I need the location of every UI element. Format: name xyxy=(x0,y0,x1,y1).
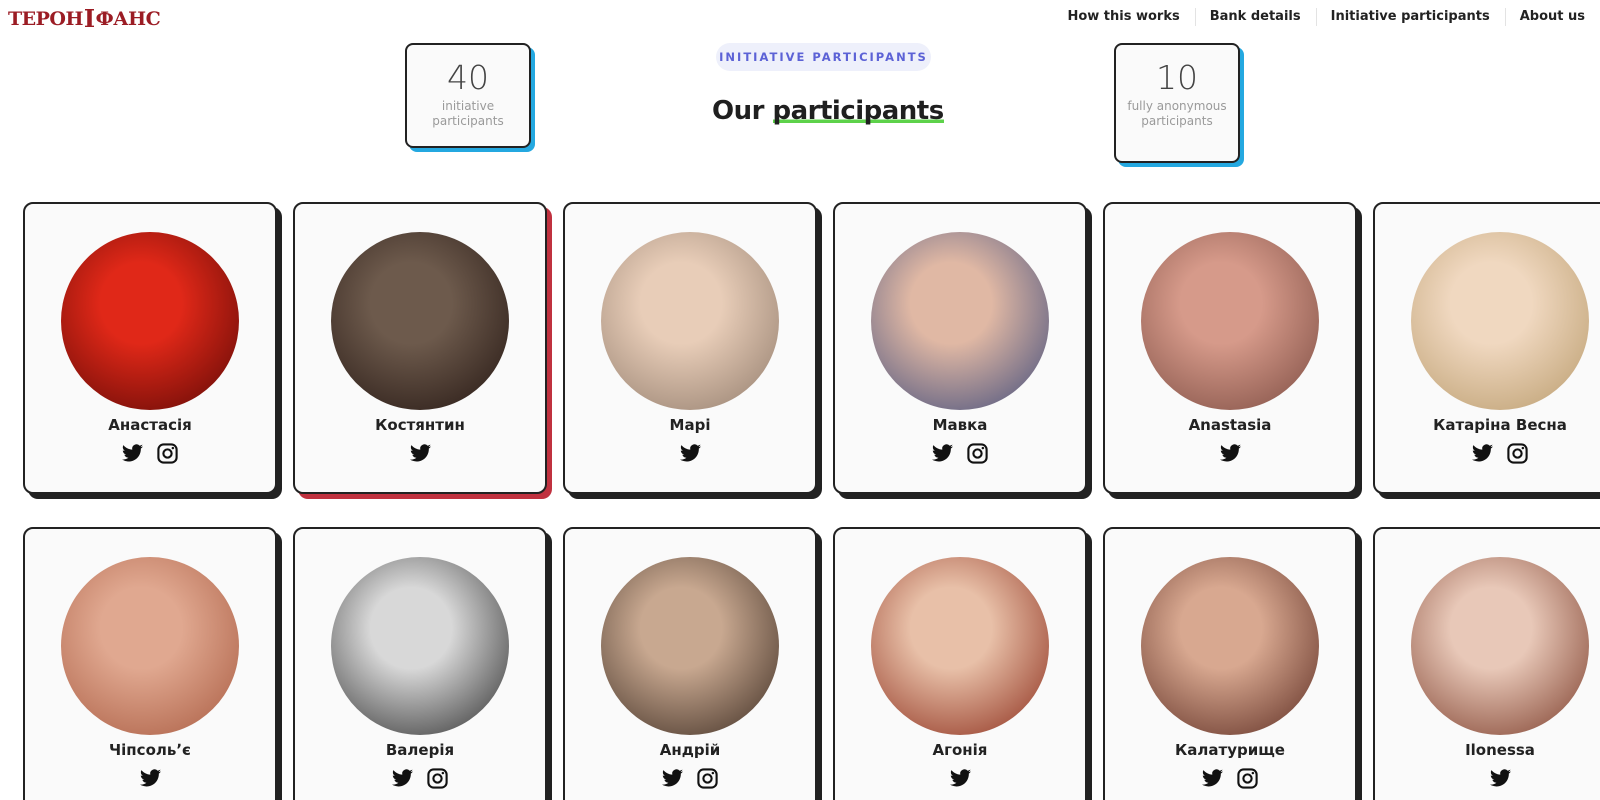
stat-participants-label: initiative participants xyxy=(432,99,504,128)
social-links xyxy=(25,442,275,465)
twitter-icon[interactable] xyxy=(661,767,684,790)
stat-anonymous-label: fully anonymous participants xyxy=(1127,99,1227,128)
title-highlight: participants xyxy=(772,96,944,126)
stat-participants-value: 40 xyxy=(447,58,489,97)
instagram-icon[interactable] xyxy=(1236,767,1259,790)
twitter-icon[interactable] xyxy=(1489,767,1512,790)
participant-name: Валерія xyxy=(385,741,455,759)
participant-card[interactable]: Anastasia xyxy=(1103,202,1357,494)
participant-card[interactable]: Андрій xyxy=(563,527,817,800)
twitter-icon[interactable] xyxy=(121,442,144,465)
social-links xyxy=(835,767,1085,790)
social-links xyxy=(835,442,1085,465)
instagram-icon[interactable] xyxy=(966,442,989,465)
participant-name: Anastasia xyxy=(1188,416,1272,434)
logo-mark: Ⅰ xyxy=(83,4,95,33)
social-links xyxy=(1375,767,1600,790)
site-logo[interactable]: ТЕРОН Ⅰ ФАНС xyxy=(8,4,161,33)
social-links xyxy=(25,767,275,790)
participant-name: Анастасія xyxy=(108,416,192,434)
social-links xyxy=(1375,442,1600,465)
stat-anonymous-box: 10 fully anonymous participants xyxy=(1114,43,1240,163)
logo-text-left: ТЕРОН xyxy=(8,7,83,30)
participant-card[interactable]: Анастасія xyxy=(23,202,277,494)
page-title: Our participants xyxy=(712,96,944,126)
social-links xyxy=(565,442,815,465)
twitter-icon[interactable] xyxy=(679,442,702,465)
participant-name: Калатурище xyxy=(1175,741,1285,759)
avatar xyxy=(61,557,239,735)
participant-card[interactable]: Катаріна Весна xyxy=(1373,202,1600,494)
logo-text-right: ФАНС xyxy=(95,7,161,30)
twitter-icon[interactable] xyxy=(1201,767,1224,790)
section-eyebrow: INITIATIVE PARTICIPANTS xyxy=(716,43,931,71)
stat-anonymous-value: 10 xyxy=(1156,58,1198,97)
participant-card[interactable]: Калатурище xyxy=(1103,527,1357,800)
social-links xyxy=(1105,442,1355,465)
instagram-icon[interactable] xyxy=(1506,442,1529,465)
nav-about-us[interactable]: About us xyxy=(1504,0,1600,32)
twitter-icon[interactable] xyxy=(391,767,414,790)
avatar xyxy=(1411,232,1589,410)
nav-how-this-works[interactable]: How this works xyxy=(1052,0,1194,32)
main-nav: How this works Bank details Initiative p… xyxy=(1052,0,1600,32)
participant-name: Катаріна Весна xyxy=(1433,416,1567,434)
avatar xyxy=(871,232,1049,410)
avatar xyxy=(61,232,239,410)
social-links xyxy=(565,767,815,790)
social-links xyxy=(295,767,545,790)
participant-card[interactable]: Агонія xyxy=(833,527,1087,800)
nav-bank-details[interactable]: Bank details xyxy=(1194,0,1316,32)
instagram-icon[interactable] xyxy=(696,767,719,790)
stat-participants-box: 40 initiative participants xyxy=(405,43,531,148)
twitter-icon[interactable] xyxy=(139,767,162,790)
avatar xyxy=(601,232,779,410)
avatar xyxy=(331,557,509,735)
participant-name: Марі xyxy=(669,416,711,434)
participant-name: Костянтин xyxy=(375,416,465,434)
twitter-icon[interactable] xyxy=(409,442,432,465)
participant-card[interactable]: Костянтин xyxy=(293,202,547,494)
twitter-icon[interactable] xyxy=(1471,442,1494,465)
participant-name: Чіпсольʼє xyxy=(109,741,191,759)
avatar xyxy=(1141,557,1319,735)
twitter-icon[interactable] xyxy=(1219,442,1242,465)
participant-name: Андрій xyxy=(659,741,721,759)
avatar xyxy=(601,557,779,735)
social-links xyxy=(295,442,545,465)
participant-card[interactable]: Валерія xyxy=(293,527,547,800)
participant-name: Агонія xyxy=(932,741,988,759)
avatar xyxy=(331,232,509,410)
instagram-icon[interactable] xyxy=(156,442,179,465)
participant-card[interactable]: Чіпсольʼє xyxy=(23,527,277,800)
avatar xyxy=(871,557,1049,735)
avatar xyxy=(1411,557,1589,735)
nav-initiative-participants[interactable]: Initiative participants xyxy=(1315,0,1505,32)
instagram-icon[interactable] xyxy=(426,767,449,790)
title-prefix: Our xyxy=(712,96,764,126)
twitter-icon[interactable] xyxy=(949,767,972,790)
twitter-icon[interactable] xyxy=(931,442,954,465)
avatar xyxy=(1141,232,1319,410)
participant-name: Мавка xyxy=(932,416,988,434)
participant-card[interactable]: Ilonessa xyxy=(1373,527,1600,800)
participant-card[interactable]: Мавка xyxy=(833,202,1087,494)
participant-name: Ilonessa xyxy=(1465,741,1535,759)
participant-card[interactable]: Марі xyxy=(563,202,817,494)
social-links xyxy=(1105,767,1355,790)
